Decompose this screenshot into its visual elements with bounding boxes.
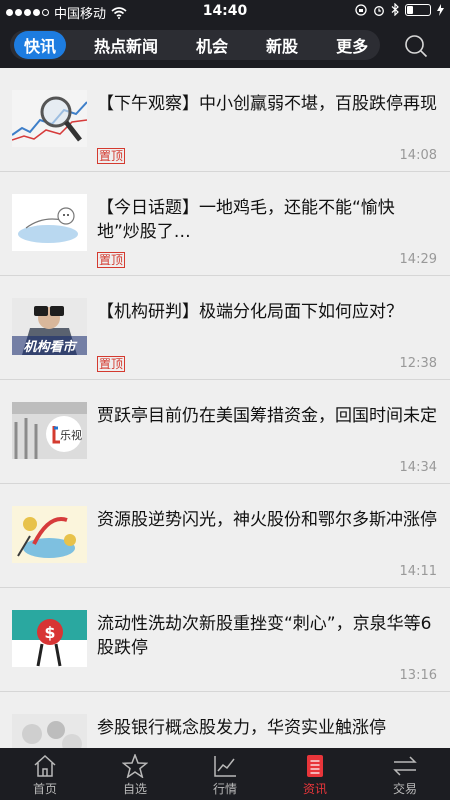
news-title: 资源股逆势闪光，神火股份和鄂尔多斯冲涨停 (97, 510, 437, 530)
news-time: 14:34 (399, 460, 437, 475)
news-time: 14:11 (399, 564, 437, 579)
bottom-tab-watchlist[interactable]: 自选 (90, 748, 180, 800)
bluetooth-icon (391, 3, 399, 16)
svg-text:$: $ (44, 623, 55, 642)
news-item[interactable]: 参股银行概念股发力，华资实业触涨停 (0, 692, 450, 748)
status-icons (355, 3, 444, 16)
bottom-tab-label: 交易 (392, 782, 417, 796)
cartoon-figure-thumbnail (12, 194, 87, 251)
thumbnail-caption: 乐视 (60, 428, 82, 442)
news-item[interactable]: 【下午观察】中小创羸弱不堪，百股跌停再现 置顶 14:08 (0, 68, 450, 172)
news-title: 贾跃亭目前仍在美国筹措资金，回国时间未定 (97, 406, 437, 426)
tab-more[interactable]: 更多 (336, 33, 368, 57)
tab-hot-news[interactable]: 热点新闻 (94, 33, 158, 57)
news-item[interactable]: $ 流动性洗劫次新股重挫变“刺心”，京泉华等6股跌停 13:16 (0, 588, 450, 692)
bottom-tab-label: 自选 (122, 782, 147, 796)
status-bar: 中国移动 14:40 (0, 0, 450, 22)
alarm-icon (374, 5, 384, 16)
bottom-tab-trade[interactable]: 交易 (360, 748, 450, 800)
bottom-tab-market[interactable]: 行情 (180, 748, 270, 800)
charging-icon (437, 3, 444, 16)
news-item[interactable]: 【今日话题】一地鸡毛，还能不能“愉快地”炒股了… 置顶 14:29 (0, 172, 450, 276)
category-tabs: 快讯 热点新闻 机会 新股 更多 (10, 30, 380, 60)
news-title: 【下午观察】中小创羸弱不堪，百股跌停再现 (97, 94, 437, 114)
tab-opportunity[interactable]: 机会 (196, 33, 228, 57)
star-icon (122, 754, 148, 778)
news-time: 13:16 (399, 668, 437, 683)
news-title: 流动性洗劫次新股重挫变“刺心”，京泉华等6股跌停 (97, 614, 432, 658)
top-nav: 快讯 热点新闻 机会 新股 更多 (0, 22, 450, 68)
bottom-tab-news[interactable]: 资讯 (270, 748, 360, 800)
bottom-tab-label: 行情 (212, 782, 237, 796)
bottom-tab-home[interactable]: 首页 (0, 748, 90, 800)
news-title: 【机构研判】极端分化局面下如何应对？ (97, 302, 403, 322)
pinned-badge: 置顶 (97, 252, 126, 268)
tab-new-stocks[interactable]: 新股 (266, 33, 298, 57)
battery-icon (405, 3, 431, 16)
thumbnail-caption: 机构看市 (23, 339, 77, 355)
rotation-lock-icon (355, 3, 367, 16)
news-item[interactable]: 资源股逆势闪光，神火股份和鄂尔多斯冲涨停 14:11 (0, 484, 450, 588)
news-icon (307, 755, 323, 777)
coins-thumbnail (12, 714, 87, 748)
search-icon[interactable] (404, 34, 428, 58)
news-time: 14:08 (399, 148, 437, 163)
news-item[interactable]: 乐视 贾跃亭目前仍在美国筹措资金，回国时间未定 14:34 (0, 380, 450, 484)
news-list: 【下午观察】中小创羸弱不堪，百股跌停再现 置顶 14:08 【今日话题】一地鸡毛… (0, 68, 450, 748)
chart-icon (214, 756, 236, 777)
leshi-logo-thumbnail: 乐视 (12, 402, 87, 459)
news-title: 参股银行概念股发力，华资实业触涨停 (97, 718, 386, 738)
news-title: 【今日话题】一地鸡毛，还能不能“愉快地”炒股了… (97, 198, 395, 242)
home-icon (34, 754, 56, 777)
pinned-badge: 置顶 (97, 148, 126, 164)
pinned-badge: 置顶 (97, 356, 126, 372)
news-time: 14:29 (399, 252, 437, 267)
bottom-tab-label: 资讯 (302, 782, 327, 796)
dollar-figure-thumbnail: $ (12, 610, 87, 667)
bottom-tab-bar: 首页 自选 行情 资讯 交易 (0, 748, 450, 800)
news-time: 12:38 (399, 356, 437, 371)
binoculars-thumbnail: 机构看市 (12, 298, 87, 355)
tab-flash-news[interactable]: 快讯 (14, 31, 67, 59)
trade-icon (393, 756, 417, 776)
magnifier-chart-thumbnail (12, 90, 87, 147)
news-item[interactable]: 机构看市 【机构研判】极端分化局面下如何应对？ 置顶 12:38 (0, 276, 450, 380)
bottom-tab-label: 首页 (32, 782, 57, 796)
cartoon-chart-thumbnail (12, 506, 87, 563)
